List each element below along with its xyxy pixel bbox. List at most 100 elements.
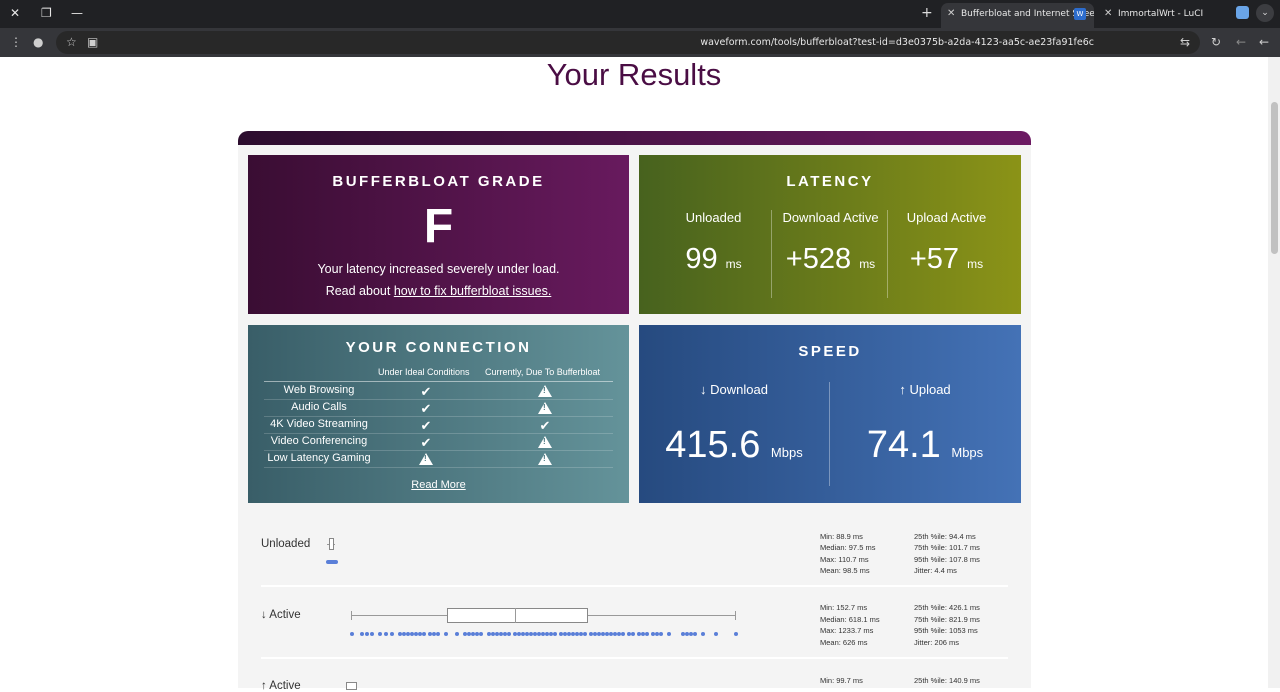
upload-value: 74.1 Mbps	[866, 424, 984, 466]
sample-dot	[734, 632, 738, 636]
stats-separator	[261, 657, 1008, 659]
stat-p75: 75th %ile: 821.9 ms	[914, 615, 980, 624]
warning-icon	[537, 452, 553, 467]
download-box	[447, 608, 588, 623]
connection-row: Web Browsing ✔	[264, 383, 613, 400]
upload-label: ↑ Upload	[899, 382, 951, 397]
grade-readabout: Read about how to fix bufferbloat issues…	[248, 284, 629, 298]
sample-dot	[693, 632, 697, 636]
sample-dot	[659, 632, 663, 636]
stat-mean: Mean: 626 ms	[820, 638, 868, 647]
connection-row: 4K Video Streaming ✔ ✔	[264, 417, 613, 434]
download-median	[515, 608, 516, 623]
new-tab-button[interactable]: +	[921, 5, 933, 21]
latency-value: +57 ms	[909, 243, 984, 275]
check-icon: ✔	[420, 435, 432, 450]
stat-p95: 95th %ile: 107.8 ms	[914, 555, 980, 564]
sample-dot	[479, 632, 483, 636]
stat-max: Max: 110.7 ms	[820, 555, 869, 564]
sample-dot	[422, 632, 426, 636]
sample-dot	[350, 632, 354, 636]
unloaded-box	[329, 538, 334, 550]
latency-unloaded: Unloaded 99 ms	[655, 210, 772, 275]
back-icon[interactable]: ←	[1259, 35, 1269, 49]
connection-row: Low Latency Gaming	[264, 451, 613, 468]
warning-icon	[537, 435, 553, 450]
tab-title: ImmortalWrt - LuCI	[1118, 9, 1204, 19]
connection-row: Video Conferencing ✔	[264, 434, 613, 451]
check-icon: ✔	[420, 401, 432, 416]
reload-icon[interactable]: ↻	[1211, 35, 1221, 49]
sample-dot	[714, 632, 718, 636]
check-icon: ✔	[539, 418, 551, 433]
omnibox[interactable]: ☆ ▣ waveform.com/tools/bufferbloat?test-…	[56, 31, 1200, 54]
stat-p25: 25th %ile: 94.4 ms	[914, 532, 976, 541]
fix-bufferbloat-link[interactable]: how to fix bufferbloat issues.	[394, 284, 552, 298]
latency-label: Download Active	[782, 210, 879, 225]
translate-icon[interactable]: ▣	[87, 35, 98, 49]
forward-icon[interactable]: ←	[1236, 35, 1246, 49]
latency-download-active: Download Active +528 ms	[772, 210, 889, 275]
speed-card: SPEED ↓ Download 415.6 Mbps ↑ Upload 74.…	[639, 325, 1021, 503]
results-panel-header	[238, 131, 1031, 145]
check-icon: ✔	[420, 418, 432, 433]
account-icon[interactable]: ●	[33, 35, 43, 49]
sample-dot	[378, 632, 382, 636]
latency-label: Unloaded	[685, 210, 742, 225]
tab-bufferbloat[interactable]: ✕ Bufferbloat and Internet Speed W	[941, 3, 1094, 28]
download-value: 415.6 Mbps	[665, 424, 803, 466]
bookmark-star-icon[interactable]: ☆	[66, 35, 77, 49]
address-bar-row: ⋮ ● ☆ ▣ waveform.com/tools/bufferbloat?t…	[0, 28, 1280, 57]
menu-dots-icon[interactable]: ⋮	[10, 35, 22, 49]
sample-dot	[444, 632, 448, 636]
speed-upload: ↑ Upload 74.1 Mbps	[830, 382, 1020, 466]
warning-icon	[418, 452, 434, 467]
download-whisker-left	[351, 615, 448, 616]
warning-icon	[537, 401, 553, 416]
stat-p95: 95th %ile: 1053 ms	[914, 626, 978, 635]
stats-separator	[261, 585, 1008, 587]
download-whisker-right	[588, 615, 735, 616]
sample-dot	[360, 632, 364, 636]
sample-dot	[645, 632, 649, 636]
sample-dot	[370, 632, 374, 636]
connection-row: Audio Calls ✔	[264, 400, 613, 417]
col-ideal-header: Under Ideal Conditions	[378, 367, 470, 377]
close-tab-icon[interactable]: ✕	[947, 3, 955, 25]
stat-median: Median: 97.5 ms	[820, 543, 876, 552]
sample-dot	[667, 632, 671, 636]
check-icon: ✔	[420, 384, 432, 399]
sample-dot	[365, 632, 369, 636]
site-settings-icon[interactable]: ⇆	[1180, 35, 1190, 49]
stat-p25: 25th %ile: 426.1 ms	[914, 603, 980, 612]
stat-label-unloaded: Unloaded	[261, 538, 311, 550]
browser-tab-bar: ✕ ❐ — + ✕ Bufferbloat and Internet Speed…	[0, 0, 1280, 28]
unloaded-dots	[326, 560, 338, 564]
bufferbloat-grade-card: BUFFERBLOAT GRADE F Your latency increas…	[248, 155, 629, 314]
close-window-icon[interactable]: ✕	[10, 6, 20, 20]
tab-immortalwrt[interactable]: ✕ ImmortalWrt - LuCI	[1098, 3, 1226, 28]
read-more-link[interactable]: Read More	[248, 479, 629, 491]
stat-min: Min: 152.7 ms	[820, 603, 868, 612]
latency-value: 99 ms	[685, 243, 742, 275]
tab-search-chevron-icon[interactable]: ⌄	[1256, 4, 1274, 22]
latency-value: +528 ms	[785, 243, 876, 275]
sample-dot	[553, 632, 557, 636]
latency-upload-active: Upload Active +57 ms	[888, 210, 1005, 275]
latency-label: Upload Active	[906, 210, 987, 225]
profile-icon[interactable]	[1236, 6, 1249, 19]
restore-window-icon[interactable]: ❐	[41, 6, 52, 20]
scrollbar-thumb[interactable]	[1271, 102, 1278, 254]
grade-description: Your latency increased severely under lo…	[317, 262, 560, 276]
stat-min: Min: 88.9 ms	[820, 532, 863, 541]
url-text: waveform.com/tools/bufferbloat?test-id=d…	[700, 37, 1094, 48]
latency-card: LATENCY Unloaded 99 ms Download Active +…	[639, 155, 1021, 314]
sample-dot	[436, 632, 440, 636]
close-tab-icon[interactable]: ✕	[1104, 3, 1112, 25]
stat-mean: Mean: 98.5 ms	[820, 566, 870, 575]
sample-dot	[701, 632, 705, 636]
minimize-window-icon[interactable]: —	[71, 6, 83, 20]
stat-label-download-active: ↓ Active	[261, 609, 301, 621]
download-label: ↓ Download	[700, 382, 768, 397]
stat-p25: 25th %ile: 140.9 ms	[914, 676, 980, 685]
